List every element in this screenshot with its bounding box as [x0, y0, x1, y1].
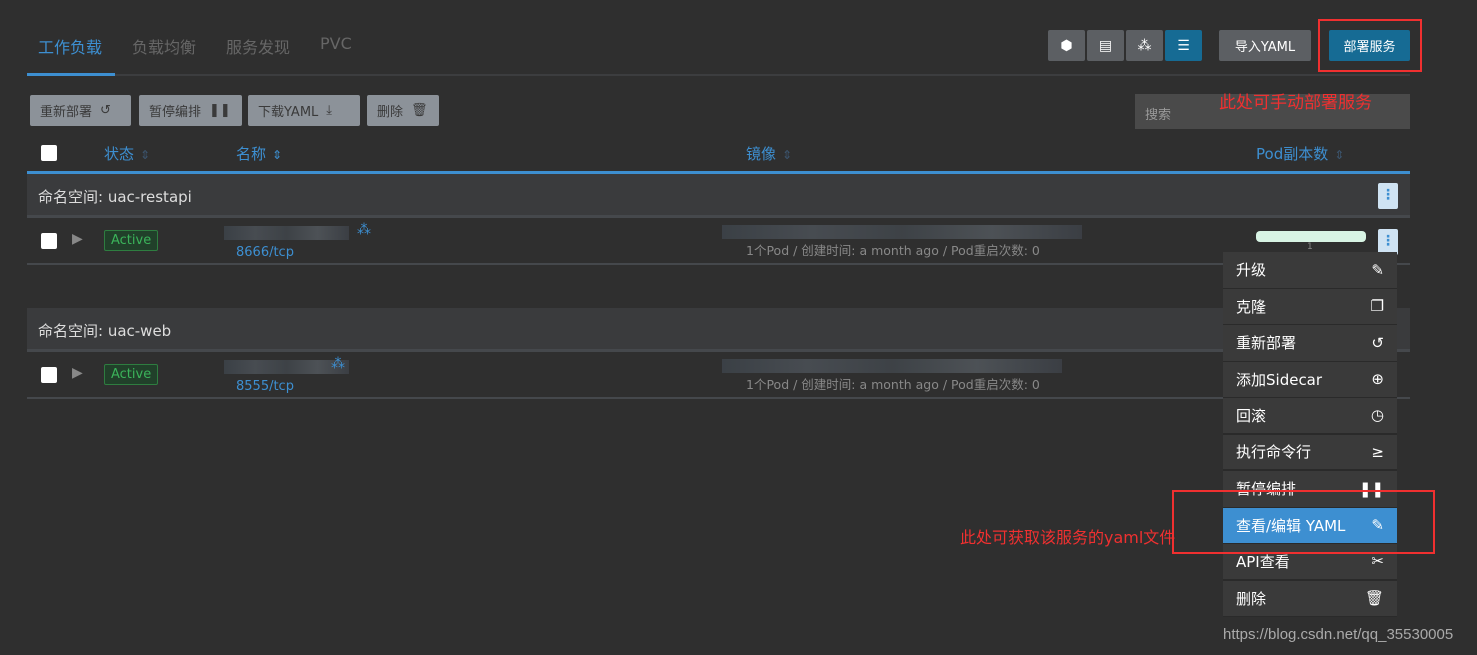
workload-meta: 1个Pod / 创建时间: a month ago / Pod重启次数: 0	[746, 377, 1040, 392]
view-cluster-button[interactable]: ⁂	[1126, 30, 1163, 61]
menu-label: 执行命令行	[1236, 443, 1312, 462]
import-yaml-button[interactable]: 导入YAML	[1219, 30, 1311, 61]
menu-label: 克隆	[1236, 297, 1267, 316]
expand-icon[interactable]: ▶	[72, 365, 83, 381]
menu-item-exec-shell[interactable]: 执行命令行 ≥	[1223, 435, 1397, 471]
cluster-icon: ⁂	[331, 356, 345, 372]
list-icon: ▤	[1098, 37, 1113, 54]
tab-load-balancing[interactable]: 负载均衡	[132, 34, 196, 58]
annotation-yaml: 此处可获取该服务的yaml文件	[960, 528, 1176, 547]
select-all-checkbox[interactable]	[41, 145, 57, 161]
view-list-button[interactable]: ▤	[1087, 30, 1124, 61]
namespace-label: 命名空间: uac-web	[38, 322, 172, 340]
watermark: https://blog.csdn.net/qq_35530005	[1223, 626, 1454, 643]
menu-item-add-sidecar[interactable]: 添加Sidecar ⊕	[1223, 362, 1397, 398]
sort-icon: ⇕	[1334, 148, 1345, 162]
cube-icon: ⬢	[1060, 37, 1073, 54]
view-cube-button[interactable]: ⬢	[1048, 30, 1085, 61]
delete-label: 删除	[377, 105, 404, 120]
pause-icon: ❚❚	[209, 103, 231, 118]
annotation-box	[1172, 490, 1435, 554]
cluster-icon: ⁂	[357, 222, 371, 238]
status-badge: Active	[104, 230, 159, 251]
redacted-name	[224, 226, 349, 240]
terminal-icon: ≥	[1371, 442, 1384, 461]
namespace-label: 命名空间: uac-restapi	[38, 188, 192, 206]
group-menu-button[interactable]: ⋮	[1378, 183, 1398, 209]
download-icon: ⤓	[326, 103, 333, 118]
tree-list-icon: ☰	[1177, 37, 1190, 54]
pencil-icon: ✎	[1371, 260, 1384, 279]
view-tree-button[interactable]: ☰	[1165, 30, 1202, 61]
row-checkbox[interactable]	[41, 367, 57, 383]
cluster-icon: ⁂	[1137, 37, 1152, 54]
annotation-deploy: 此处可手动部署服务	[1219, 93, 1372, 113]
menu-label: 添加Sidecar	[1236, 370, 1323, 389]
annotation-box	[1318, 19, 1422, 72]
column-replicas[interactable]: Pod副本数 ⇕	[1256, 143, 1344, 164]
trash-icon: 🗑	[1364, 589, 1384, 608]
sort-icon: ⇕	[140, 148, 151, 162]
tab-service-discovery[interactable]: 服务发现	[226, 34, 290, 58]
row-action-menu: 升级 ✎ 克隆 ❐ 重新部署 ↺ 添加Sidecar ⊕ 回滚 ◷ 执行命令行 ≥ 暂停编排…	[1223, 252, 1397, 617]
pause-button[interactable]: 暂停编排 ❚❚	[139, 95, 242, 126]
sort-icon: ⇕	[782, 148, 793, 162]
row-checkbox[interactable]	[41, 233, 57, 249]
column-state-label: 状态	[104, 145, 135, 163]
column-name-label: 名称	[236, 145, 267, 163]
column-image[interactable]: 镜像 ⇕	[746, 143, 792, 164]
workload-meta: 1个Pod / 创建时间: a month ago / Pod重启次数: 0	[746, 243, 1040, 258]
sort-icon: ⇕	[272, 148, 283, 162]
redeploy-button[interactable]: 重新部署 ↺	[30, 95, 131, 126]
active-tab-indicator	[27, 73, 115, 76]
namespace-group-header: 命名空间: uac-web	[27, 308, 1410, 352]
port-link[interactable]: 8666/tcp	[236, 245, 294, 260]
column-image-label: 镜像	[746, 145, 777, 163]
pause-label: 暂停编排	[149, 105, 202, 120]
history-icon: ◷	[1370, 406, 1384, 425]
replica-bar	[1256, 231, 1366, 242]
redacted-image	[722, 225, 1082, 239]
trash-icon: 🗑	[411, 103, 428, 118]
tab-pvc[interactable]: PVC	[320, 34, 352, 53]
tab-bar: 工作负载 负载均衡 服务发现 PVC	[27, 24, 1410, 76]
menu-label: 重新部署	[1236, 334, 1297, 353]
redacted-image	[722, 359, 1062, 373]
menu-item-rollback[interactable]: 回滚 ◷	[1223, 398, 1397, 435]
copy-icon: ❐	[1370, 297, 1384, 316]
table-row: ▶ Active ⁂ 8666/tcp 1个Pod / 创建时间: a mont…	[27, 218, 1410, 265]
download-yaml-button[interactable]: 下载YAML ⤓	[248, 95, 360, 126]
tab-workloads[interactable]: 工作负载	[38, 34, 102, 58]
download-label: 下载YAML	[258, 105, 319, 120]
redo-icon: ↺	[100, 103, 111, 118]
menu-item-delete[interactable]: 删除 🗑	[1223, 581, 1397, 617]
menu-item-clone[interactable]: 克隆 ❐	[1223, 289, 1397, 325]
delete-button[interactable]: 删除 🗑	[367, 95, 439, 126]
column-state[interactable]: 状态 ⇕	[104, 143, 150, 164]
redeploy-label: 重新部署	[40, 105, 93, 120]
plus-circle-icon: ⊕	[1371, 370, 1384, 389]
column-name[interactable]: 名称 ⇕	[236, 143, 282, 164]
column-replicas-label: Pod副本数	[1256, 145, 1329, 163]
menu-label: 升级	[1236, 261, 1267, 280]
status-badge: Active	[104, 364, 159, 385]
table-row: ▶ Active ⁂ 8555/tcp 1个Pod / 创建时间: a mont…	[27, 352, 1410, 399]
menu-item-redeploy[interactable]: 重新部署 ↺	[1223, 325, 1397, 362]
redo-icon: ↺	[1371, 333, 1384, 352]
menu-label: 删除	[1236, 589, 1267, 608]
port-link[interactable]: 8555/tcp	[236, 379, 294, 394]
api-icon: ✂	[1371, 552, 1384, 571]
namespace-group-header: 命名空间: uac-restapi ⋮	[27, 174, 1410, 218]
menu-label: 回滚	[1236, 406, 1267, 425]
replica-count: 1	[1307, 242, 1313, 252]
menu-item-upgrade[interactable]: 升级 ✎	[1223, 252, 1397, 289]
expand-icon[interactable]: ▶	[72, 231, 83, 247]
